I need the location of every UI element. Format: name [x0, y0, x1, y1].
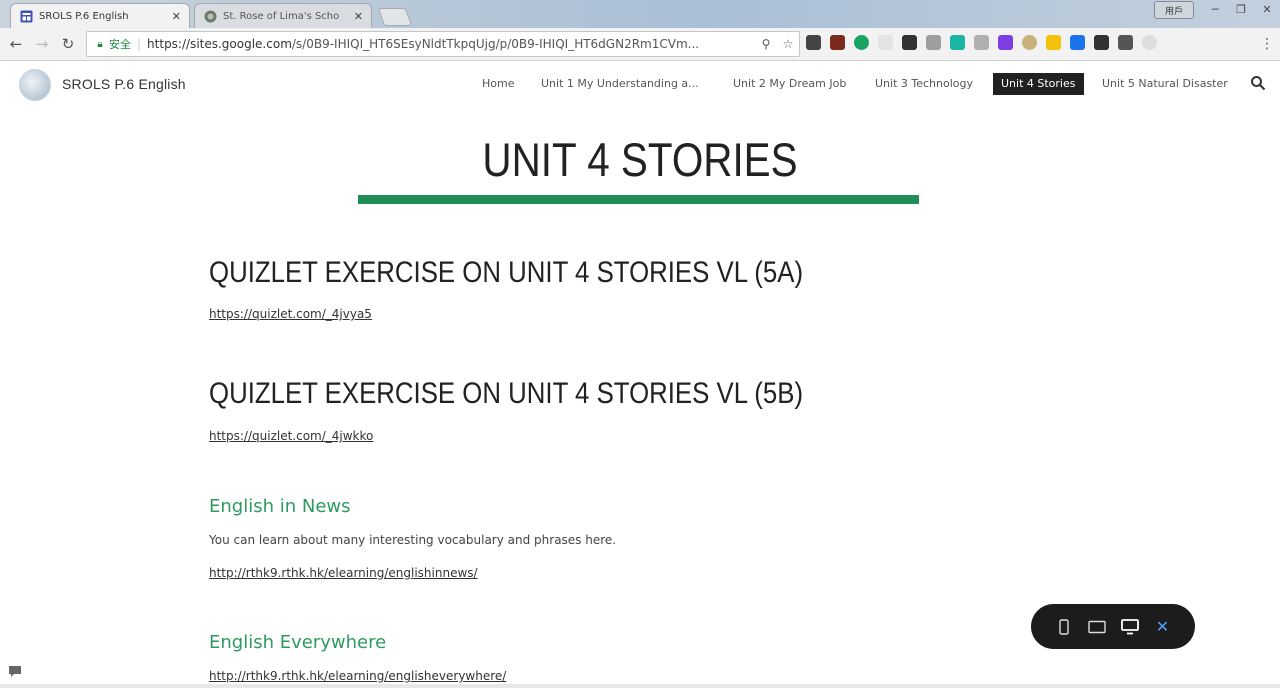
- feedback-icon[interactable]: [8, 662, 22, 677]
- quizlet-link-5a[interactable]: https://quizlet.com/_4jvya5: [209, 307, 372, 321]
- school-site-icon: [203, 9, 217, 23]
- tablet-icon[interactable]: [1085, 615, 1109, 639]
- search-icon[interactable]: [1250, 75, 1268, 93]
- secure-label: 安全: [109, 38, 131, 51]
- site-name[interactable]: SROLS P.6 English: [62, 76, 186, 92]
- nav-unit-3[interactable]: Unit 3 Technology: [875, 73, 973, 95]
- address-bar[interactable]: 🔒︎ 安全 | https://sites.google.com/s/0B9-I…: [86, 31, 800, 57]
- nav-unit-2[interactable]: Unit 2 My Dream Job: [733, 73, 846, 95]
- omnibox-separator: |: [137, 37, 142, 51]
- browser-tab-active[interactable]: SROLS P.6 English ✕: [10, 3, 190, 28]
- close-icon[interactable]: ✕: [1151, 615, 1175, 639]
- tab-title: SROLS P.6 English: [39, 10, 129, 22]
- page-bottom-edge: [0, 684, 1280, 688]
- extension-icon[interactable]: [1046, 35, 1061, 50]
- nav-unit-4[interactable]: Unit 4 Stories: [993, 73, 1084, 95]
- window-controls: 用戶 ─ ❐ ✕: [1154, 0, 1280, 20]
- profile-button[interactable]: 用戶: [1154, 1, 1194, 19]
- reload-icon[interactable]: ↻: [58, 34, 78, 54]
- new-tab-button[interactable]: [377, 8, 413, 26]
- nav-unit-1[interactable]: Unit 1 My Understanding a...: [541, 73, 699, 95]
- device-preview-bar: ✕: [1031, 604, 1195, 649]
- section-heading: English in News: [209, 496, 351, 517]
- section-heading: English Everywhere: [209, 632, 387, 653]
- restore-icon[interactable]: ❐: [1228, 0, 1254, 18]
- bookmark-star-icon[interactable]: ☆: [777, 37, 799, 51]
- browser-tab[interactable]: St. Rose of Lima's Scho ✕: [194, 3, 372, 28]
- extension-icon[interactable]: [902, 35, 917, 50]
- extension-icons: [806, 35, 1157, 50]
- url-path: /s/0B9-IHIQI_HT6SEsyNldtTkpqUjg/p/0B9-IH…: [291, 37, 700, 51]
- quizlet-link-5b[interactable]: https://quizlet.com/_4jwkko: [209, 429, 373, 443]
- extension-icon[interactable]: [1070, 35, 1085, 50]
- forward-icon[interactable]: →: [32, 34, 52, 54]
- tab-title: St. Rose of Lima's Scho: [223, 10, 340, 22]
- extension-icon[interactable]: [1022, 35, 1037, 50]
- close-window-icon[interactable]: ✕: [1254, 0, 1280, 18]
- browser-toolbar: ← → ↻ 🔒︎ 安全 | https://sites.google.com/s…: [0, 28, 1280, 61]
- extension-icon[interactable]: [878, 35, 893, 50]
- site-logo[interactable]: [19, 69, 51, 101]
- extension-icon[interactable]: [830, 35, 845, 50]
- minimize-icon[interactable]: ─: [1202, 0, 1228, 18]
- google-sites-icon: [19, 9, 33, 23]
- extension-icon[interactable]: [998, 35, 1013, 50]
- close-tab-icon[interactable]: ✕: [172, 10, 181, 23]
- back-icon[interactable]: ←: [6, 34, 26, 54]
- lock-icon: 🔒︎: [97, 38, 103, 50]
- extension-icon[interactable]: [1094, 35, 1109, 50]
- desktop-icon[interactable]: [1118, 615, 1142, 639]
- english-everywhere-link[interactable]: http://rthk9.rthk.hk/elearning/englishev…: [209, 669, 506, 683]
- extension-icon[interactable]: [1142, 35, 1157, 50]
- nav-home[interactable]: Home: [482, 73, 514, 95]
- extension-icon[interactable]: [854, 35, 869, 50]
- section-heading: QUIZLET EXERCISE ON UNIT 4 STORIES VL (5…: [209, 256, 804, 289]
- url-text[interactable]: https://sites.google.com/s/0B9-IHIQI_HT6…: [147, 37, 755, 51]
- extension-icon[interactable]: [806, 35, 821, 50]
- extension-icon[interactable]: [1118, 35, 1133, 50]
- section-text: You can learn about many interesting voc…: [209, 533, 617, 547]
- url-host: https://sites.google.com: [147, 37, 292, 51]
- close-tab-icon[interactable]: ✕: [354, 10, 363, 23]
- nav-unit-5[interactable]: Unit 5 Natural Disaster: [1102, 73, 1228, 95]
- title-underline: [358, 195, 919, 204]
- english-in-news-link[interactable]: http://rthk9.rthk.hk/elearning/englishin…: [209, 566, 478, 580]
- browser-menu-icon[interactable]: ⋮: [1260, 36, 1274, 52]
- site-header: SROLS P.6 English Home Unit 1 My Underst…: [0, 61, 1280, 107]
- extension-icon[interactable]: [974, 35, 989, 50]
- extension-icon[interactable]: [950, 35, 965, 50]
- section-heading: QUIZLET EXERCISE ON UNIT 4 STORIES VL (5…: [209, 377, 804, 410]
- phone-icon[interactable]: [1052, 615, 1076, 639]
- browser-tabstrip: SROLS P.6 English ✕ St. Rose of Lima's S…: [0, 0, 1280, 28]
- zoom-icon[interactable]: ⚲: [755, 37, 777, 51]
- page-title: UNIT 4 STORIES: [482, 133, 798, 186]
- camera-icon[interactable]: [926, 35, 941, 50]
